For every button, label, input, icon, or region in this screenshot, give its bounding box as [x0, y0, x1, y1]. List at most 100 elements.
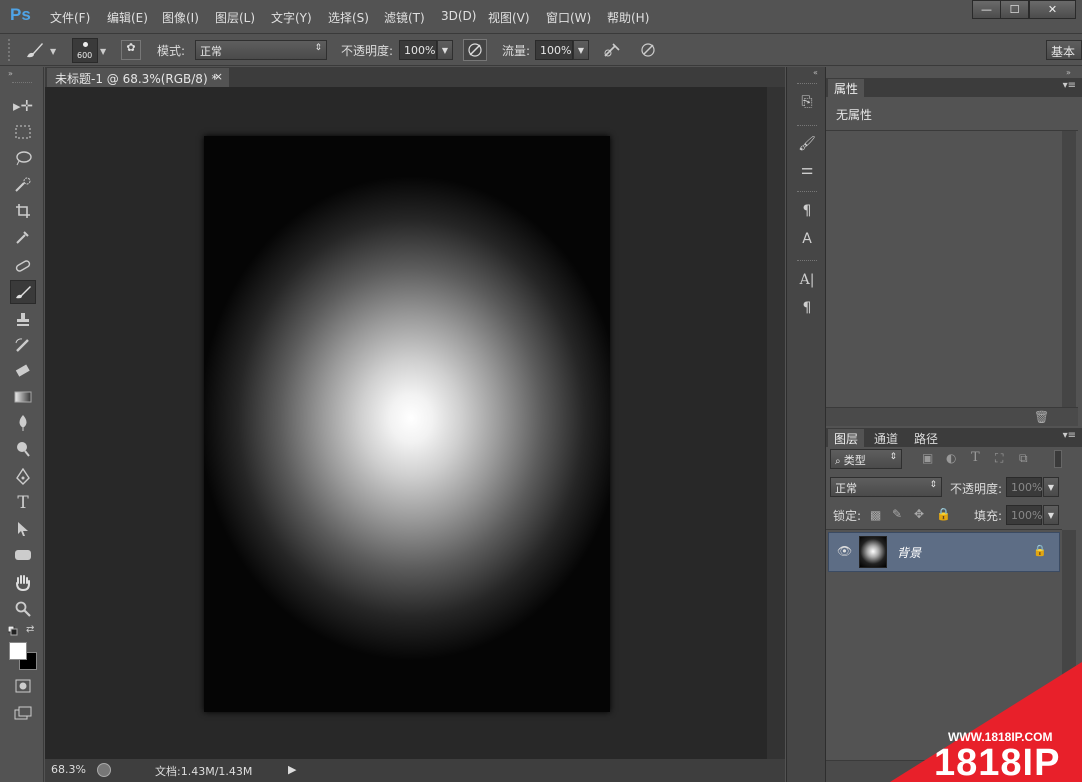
status-info-icon[interactable]	[97, 763, 111, 777]
lock-all-icon[interactable]: 🔒	[936, 507, 951, 521]
tab-layers[interactable]: 图层	[828, 429, 865, 447]
tab-properties[interactable]: 属性	[828, 79, 865, 97]
status-menu-arrow-icon[interactable]: ▶	[288, 763, 296, 776]
brush-tool-icon[interactable]	[10, 280, 36, 304]
hand-tool-icon[interactable]	[10, 571, 36, 595]
filter-pixel-icon[interactable]: ▣	[922, 451, 933, 465]
lock-transparent-icon[interactable]: ▩	[870, 508, 881, 522]
swap-colors-icon[interactable]: ⇄	[26, 624, 34, 635]
menu-filter[interactable]: 滤镜(T)	[384, 9, 425, 26]
eyedropper-tool-icon[interactable]	[10, 225, 36, 249]
paragraph-panel-icon[interactable]: ¶	[795, 297, 819, 319]
brush-panel-toggle-icon[interactable]: ✿	[121, 40, 141, 60]
character-styles-icon[interactable]: A	[795, 228, 819, 250]
dock-grip	[797, 83, 817, 85]
tool-preset-arrow-icon[interactable]: ▼	[50, 47, 56, 56]
dock-expand-icon[interactable]: «	[813, 68, 818, 77]
layer-row[interactable]: 👁 背景 🔒	[828, 532, 1060, 572]
document-tab-close-icon[interactable]: ×	[214, 70, 223, 83]
brush-picker-arrow-icon[interactable]: ▼	[100, 47, 106, 56]
menu-window[interactable]: 窗口(W)	[546, 9, 591, 26]
healing-brush-tool-icon[interactable]	[10, 254, 36, 278]
blur-tool-icon[interactable]	[10, 411, 36, 435]
document-canvas[interactable]	[204, 136, 610, 712]
layer-opacity-field[interactable]: 100%	[1006, 477, 1042, 497]
menu-3d[interactable]: 3D(D)	[441, 9, 476, 23]
path-selection-tool-icon[interactable]	[10, 517, 36, 541]
layer-opacity-dropdown-icon[interactable]: ▼	[1043, 477, 1059, 497]
menu-image[interactable]: 图像(I)	[162, 9, 199, 26]
opacity-dropdown-icon[interactable]: ▼	[437, 40, 453, 60]
canvas-vertical-scrollbar[interactable]	[767, 87, 785, 759]
layer-visibility-eye-icon[interactable]: 👁	[837, 544, 852, 558]
zoom-tool-icon[interactable]	[10, 597, 36, 621]
lock-position-icon[interactable]: ✥	[914, 507, 924, 521]
close-button[interactable]: ✕	[1029, 0, 1076, 19]
move-tool-icon[interactable]: ▸✛	[10, 94, 36, 118]
dodge-tool-icon[interactable]	[10, 437, 36, 461]
clone-stamp-tool-icon[interactable]	[10, 307, 36, 331]
rectangle-tool-icon[interactable]	[10, 543, 36, 567]
pressure-size-icon[interactable]	[637, 40, 659, 60]
toolbox-collapse-icon[interactable]: »	[8, 69, 13, 78]
character-panel-icon[interactable]: A|	[795, 269, 819, 291]
filter-type-icon[interactable]: T	[971, 450, 980, 465]
properties-menu-icon[interactable]: ▾≡	[1063, 80, 1076, 91]
gradient-tool-icon[interactable]	[10, 385, 36, 409]
lasso-tool-icon[interactable]	[10, 146, 36, 170]
menu-edit[interactable]: 编辑(E)	[107, 9, 148, 26]
menu-type[interactable]: 文字(Y)	[271, 9, 312, 26]
layer-blend-mode-select[interactable]: 正常 ⇕	[830, 477, 942, 497]
watermark: WWW.1818IP.COM 1818IP	[890, 662, 1082, 782]
menu-select[interactable]: 选择(S)	[328, 9, 369, 26]
filter-shape-icon[interactable]: ⛶	[995, 451, 1003, 466]
flow-dropdown-icon[interactable]: ▼	[573, 40, 589, 60]
zoom-level[interactable]: 68.3%	[51, 763, 86, 776]
fill-field[interactable]: 100%	[1006, 505, 1042, 525]
crop-tool-icon[interactable]	[10, 199, 36, 223]
document-tab[interactable]: 未标题-1 @ 68.3%(RGB/8) * ×	[47, 68, 229, 87]
brush-settings-icon[interactable]: ⚌	[795, 159, 819, 181]
fill-dropdown-icon[interactable]: ▼	[1043, 505, 1059, 525]
pen-tool-icon[interactable]	[10, 465, 36, 489]
menu-help[interactable]: 帮助(H)	[607, 9, 649, 26]
pressure-opacity-icon[interactable]	[463, 39, 487, 61]
minimize-button[interactable]: —	[972, 0, 1001, 19]
tab-paths[interactable]: 路径	[908, 429, 944, 447]
foreground-color-swatch[interactable]	[9, 642, 27, 660]
tab-channels[interactable]: 通道	[868, 429, 904, 447]
trash-icon[interactable]: 🗑	[1034, 410, 1049, 424]
menu-view[interactable]: 视图(V)	[488, 9, 530, 26]
layer-filter-select[interactable]: ⌕ 类型 ⇕	[830, 449, 902, 469]
type-tool-icon[interactable]: T	[10, 491, 36, 515]
layers-menu-icon[interactable]: ▾≡	[1063, 430, 1076, 441]
panels-collapse-icon[interactable]: »	[1066, 68, 1071, 77]
properties-scrollbar[interactable]	[1062, 131, 1076, 407]
quick-selection-tool-icon[interactable]	[10, 173, 36, 197]
default-colors-icon[interactable]	[7, 625, 18, 636]
workspace-switcher[interactable]: 基本	[1046, 40, 1082, 60]
filter-adjustment-icon[interactable]: ◐	[946, 451, 956, 465]
flow-field[interactable]: 100%	[535, 40, 573, 60]
quick-mask-icon[interactable]	[10, 674, 36, 698]
history-brush-tool-icon[interactable]	[10, 333, 36, 357]
filter-toggle[interactable]	[1054, 450, 1062, 468]
marquee-tool-icon[interactable]	[10, 120, 36, 144]
eraser-tool-icon[interactable]	[10, 359, 36, 383]
panel-dock: « ⎘ 🖌 ⚌ ¶ A A| ¶	[786, 67, 826, 782]
lock-pixels-icon[interactable]: ✎	[892, 507, 902, 521]
menu-file[interactable]: 文件(F)	[50, 9, 90, 26]
brush-size-picker[interactable]: 600	[72, 38, 98, 63]
brush-tool-preset-icon[interactable]	[24, 40, 46, 60]
mode-select[interactable]: 正常 ⇕	[195, 40, 327, 60]
airbrush-icon[interactable]	[601, 40, 623, 60]
paragraph-styles-icon[interactable]: ¶	[795, 200, 819, 222]
filter-smart-object-icon[interactable]: ⧉	[1019, 451, 1028, 466]
brush-presets-icon[interactable]: 🖌	[795, 133, 819, 155]
screen-mode-icon[interactable]	[10, 701, 36, 725]
history-panel-icon[interactable]: ⎘	[795, 91, 819, 113]
maximize-button[interactable]: ☐	[1000, 0, 1029, 19]
opacity-field[interactable]: 100%	[399, 40, 437, 60]
menu-layer[interactable]: 图层(L)	[215, 9, 255, 26]
layer-name[interactable]: 背景	[897, 544, 921, 561]
